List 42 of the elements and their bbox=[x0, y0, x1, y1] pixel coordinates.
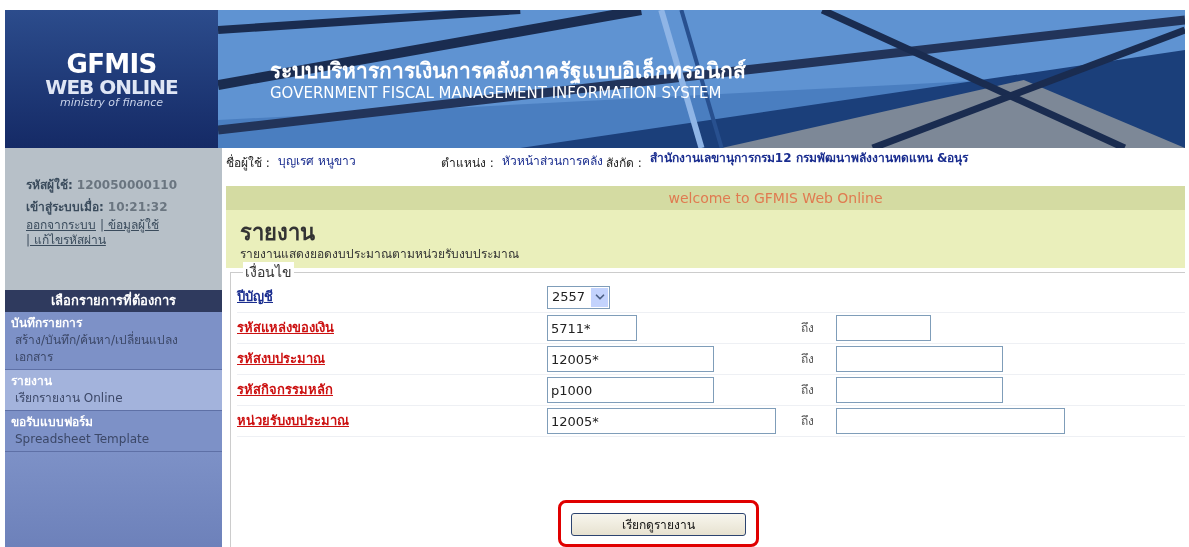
field-label[interactable]: ปีบัญชี bbox=[237, 287, 547, 307]
to-label: ถึง bbox=[801, 351, 815, 368]
field-label[interactable]: หน่วยรับงบประมาณ bbox=[237, 411, 547, 431]
field-label[interactable]: รหัสแหล่งของเงิน bbox=[237, 318, 547, 338]
to-field[interactable] bbox=[836, 408, 1065, 434]
dropdown-icon bbox=[591, 287, 609, 307]
welcome-text: welcome to GFMIS Web Online bbox=[668, 188, 883, 208]
logo: GFMIS WEB ONLINE ministry of finance bbox=[5, 10, 218, 148]
to-label: ถึง bbox=[801, 320, 815, 337]
menu-title: เลือกรายการที่ต้องการ bbox=[5, 290, 222, 312]
page-title: รายงาน bbox=[240, 219, 316, 247]
from-field[interactable]: 12005* bbox=[547, 408, 776, 434]
menu-item[interactable]: รายงาน เรียกรายงาน Online bbox=[5, 370, 222, 411]
year-select[interactable]: 2557 bbox=[547, 285, 611, 309]
info-label: ชื่อผู้ใช้ : bbox=[226, 153, 270, 172]
page-subtitle: รายงานแสดงยอดงบประมาณตามหน่วยรับงบประมาณ bbox=[240, 247, 520, 261]
field-label[interactable]: รหัสกิจกรรมหลัก bbox=[237, 380, 547, 400]
info-value: สำนักงานเลขานุการกรม12 กรมพัฒนาพลังงานทดแทน &อนุร bbox=[649, 151, 970, 165]
from-field[interactable]: 12005* bbox=[547, 346, 714, 372]
info-label: ตำแหน่ง : bbox=[441, 155, 494, 172]
login-time: 10:21:32 bbox=[107, 199, 168, 216]
view-report-button[interactable]: เรียกดูรายงาน bbox=[570, 513, 746, 536]
info-label: สังกัด : bbox=[606, 155, 642, 172]
from-field[interactable]: p1000 bbox=[547, 377, 714, 403]
to-field[interactable] bbox=[836, 377, 1003, 403]
system-title-english: GOVERNMENT FISCAL MANAGEMENT INFORMATION SYSTEM bbox=[270, 84, 723, 103]
to-label: ถึง bbox=[801, 382, 815, 399]
menu-item[interactable]: ขอรับแบบฟอร์ม Spreadsheet Template bbox=[5, 411, 222, 452]
user-link[interactable]: | แก้ไขรหัสผ่าน bbox=[26, 233, 106, 248]
info-value: บุญเรศ หนูขาว bbox=[277, 153, 356, 168]
user-link[interactable]: | ข้อมูลผู้ใช้ bbox=[100, 218, 159, 233]
field-label[interactable]: รหัสงบประมาณ bbox=[237, 349, 547, 369]
login-time-label: เข้าสู่ระบบเมื่อ: bbox=[26, 198, 104, 216]
info-value: หัวหน้าส่วนการคลัง bbox=[501, 153, 603, 168]
from-field[interactable]: 5711* bbox=[547, 315, 637, 341]
to-label: ถึง bbox=[801, 413, 815, 430]
user-link[interactable]: ออกจากระบบ bbox=[26, 218, 96, 233]
menu-item[interactable]: บันทึกรายการ สร้าง/บันทึก/ค้นหา/เปลี่ยนแปลง เอกสาร bbox=[5, 312, 222, 370]
user-id-label: รหัสผู้ใช้: bbox=[26, 176, 73, 194]
to-field[interactable] bbox=[836, 315, 931, 341]
user-id: 120050000110 bbox=[76, 177, 177, 194]
to-field[interactable] bbox=[836, 346, 1003, 372]
